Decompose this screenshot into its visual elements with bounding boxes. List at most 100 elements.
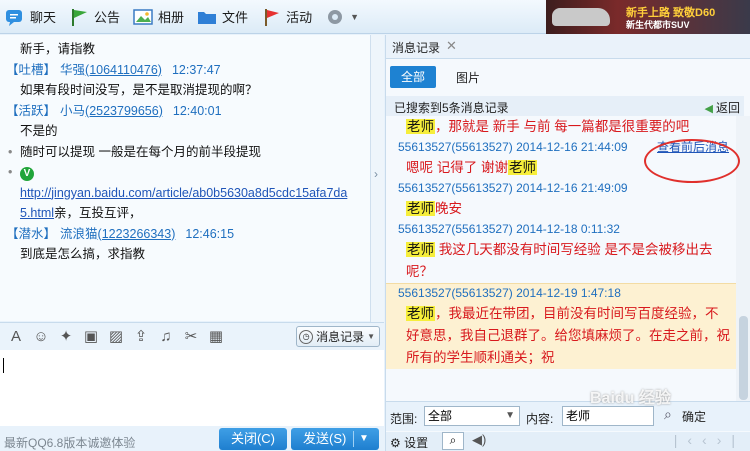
chevron-down-icon: ▼ [350, 11, 359, 22]
tab-files[interactable]: 文件 [196, 2, 248, 32]
history-tab[interactable]: 消息记录 ✕ [386, 35, 750, 59]
search-toggle-icon[interactable]: ⌕ [442, 432, 464, 450]
range-select[interactable]: 全部 ▼ [424, 406, 520, 426]
record-text: 嗯呢 记得了 谢谢 [406, 160, 509, 175]
record-body: 老师，那就是 新手 与前 每一篇都是很重要的吧 [398, 116, 730, 138]
search-bar: 范围: 全部 ▼ 内容: 老师 ⌕ 确定 [386, 401, 750, 431]
page-navigation[interactable]: |‹‹›| [674, 432, 745, 448]
sender-qq-link[interactable]: (1223266343) [98, 227, 176, 241]
collapse-arrow-icon[interactable]: › [374, 167, 378, 181]
promo-text[interactable]: 最新QQ6.8版本诚邀体验 [4, 434, 135, 451]
bottom-bar: 最新QQ6.8版本诚邀体验 关闭(C) 发送(S) ▼ [0, 426, 384, 451]
tab-activity-label: 活动 [286, 10, 313, 25]
emoji-icon[interactable]: ☺ [29, 326, 53, 348]
sender-name[interactable]: 流浪猫 [60, 227, 98, 241]
record-text: 晚安 [435, 201, 462, 216]
scissors-icon[interactable]: ✂ [179, 326, 203, 348]
confirm-button[interactable]: 确定 [682, 408, 706, 425]
sender-name[interactable]: 小马 [60, 104, 85, 118]
member-tag: 【活跃】 [6, 103, 57, 118]
url-link[interactable]: http://jingyan.baidu.com/article/ab0b563… [20, 186, 347, 200]
content-input[interactable]: 老师 [562, 406, 654, 426]
top-toolbar: 聊天 公告 相册 文件 活动 ▼ [0, 0, 546, 34]
search-icon[interactable]: ⌕ [664, 406, 672, 423]
chat-bubble-icon [4, 7, 26, 27]
verified-v-icon: V [20, 167, 34, 181]
sender-qq-link[interactable]: (1064110476) [85, 63, 162, 77]
record-header-text: 55613527(55613527) 2014-12-16 21:44:09 [398, 140, 628, 154]
history-panel: 消息记录 ✕ 全部 图片 已搜索到5条消息记录 ◀ 返回 老师，那就是 新手 与… [385, 35, 750, 451]
flag-icon [68, 7, 90, 27]
send-label: 发送(S) [303, 431, 347, 446]
message-history-button[interactable]: ◷ 消息记录 ▼ [296, 326, 380, 347]
close-icon[interactable]: ✕ [446, 38, 457, 54]
highlight-keyword: 老师 [508, 160, 538, 175]
settings-menu-button[interactable]: ▼ [324, 2, 359, 32]
message-link-cont[interactable]: 5.html亲，互投互评， [6, 203, 364, 224]
record-body: 老师 我这几天都没有时间写经验 是不是会被移出去呢？ [398, 239, 730, 283]
history-tab-title: 消息记录 [392, 41, 441, 55]
gear-icon [324, 7, 346, 27]
tab-album-label: 相册 [158, 10, 185, 25]
chevron-down-icon: ▼ [367, 332, 375, 341]
record-header: 55613527(55613527) 2014-12-19 1:47:18 [398, 286, 621, 300]
upload-icon[interactable]: ⇪ [129, 326, 153, 348]
settings-button[interactable]: ⚙ 设置 [390, 434, 428, 451]
sender-qq-link[interactable]: (2523799656) [85, 104, 163, 118]
message-time: 12:37:47 [171, 62, 221, 77]
gift-icon[interactable]: ▣ [79, 326, 103, 348]
magic-icon[interactable]: ✦ [54, 326, 78, 348]
speaker-icon[interactable]: ◀) [472, 432, 486, 448]
message-link[interactable]: http://jingyan.baidu.com/article/ab0b563… [6, 183, 364, 204]
back-label: 返回 [715, 101, 740, 115]
scrollbar-thumb[interactable] [739, 316, 748, 400]
photo-icon [132, 7, 154, 27]
chevron-down-icon[interactable]: ▼ [359, 428, 369, 450]
message-header: 【活跃】 小马(2523799656) 12:40:01 [6, 101, 364, 122]
red-flag-icon [260, 7, 282, 27]
back-button[interactable]: ◀ 返回 [704, 99, 740, 116]
close-button[interactable]: 关闭(C) [219, 428, 287, 450]
filter-all-button[interactable]: 全部 [390, 66, 436, 88]
ad-banner[interactable]: 新手上路 致敬D60 新生代都市SUV [546, 0, 750, 34]
history-record: 老师，那就是 新手 与前 每一篇都是很重要的吧 [386, 116, 736, 138]
url-link-cont[interactable]: 5.html [20, 206, 54, 220]
image-icon[interactable]: ▨ [104, 326, 128, 348]
message-text: 如果有段时间没写，是不是取消提现的啊？ [20, 83, 258, 97]
message-header: 【吐槽】 华强(1064110476) 12:37:47 [6, 60, 364, 81]
highlight-keyword: 老师 [406, 119, 435, 134]
filter-image-button[interactable]: 图片 [456, 69, 480, 86]
chat-messages[interactable]: 新手，请指教 【吐槽】 华强(1064110476) 12:37:47 如果有段时间… [0, 35, 370, 321]
history-footer: ⚙ 设置 ⌕ ◀) |‹‹›| [386, 432, 750, 451]
more-icon[interactable]: ▦ [204, 326, 228, 348]
clock-icon: ◷ [299, 329, 314, 344]
font-icon[interactable]: A [4, 326, 28, 348]
send-button[interactable]: 发送(S) ▼ [291, 428, 379, 450]
tab-chat[interactable]: 聊天 [4, 2, 56, 32]
watermark: Baidu 经验 [590, 390, 671, 407]
record-header: 55613527(55613527) 2014-12-18 0:11:32 [398, 222, 620, 236]
tab-chat-label: 聊天 [30, 10, 57, 25]
message-time: 12:40:01 [172, 103, 222, 118]
tab-notice[interactable]: 公告 [68, 2, 120, 32]
divider [353, 431, 354, 447]
tab-files-label: 文件 [222, 10, 249, 25]
highlight-keyword: 老师 [406, 306, 435, 321]
tab-album[interactable]: 相册 [132, 2, 184, 32]
message-input[interactable] [0, 350, 384, 426]
message-suffix: 亲，互投互评， [54, 206, 142, 220]
record-text: ，那就是 新手 与前 每一篇都是很重要的吧 [435, 119, 690, 134]
search-result-count: 已搜索到5条消息记录 [394, 101, 509, 115]
car-image [552, 8, 610, 26]
message-text: 到底是怎么搞，求指教 [20, 247, 146, 261]
message-text: 不是的 [20, 124, 58, 138]
settings-label: 设置 [404, 436, 429, 450]
range-value: 全部 [428, 409, 453, 423]
message-text: 新手，请指教 [20, 42, 96, 56]
folder-icon [196, 7, 218, 27]
sender-name[interactable]: 华强 [60, 63, 85, 77]
music-icon[interactable]: ♫ [154, 326, 178, 348]
search-result-bar: 已搜索到5条消息记录 ◀ 返回 [386, 96, 744, 116]
tab-activity[interactable]: 活动 [260, 2, 312, 32]
record-body: 老师晚安 [398, 198, 730, 220]
